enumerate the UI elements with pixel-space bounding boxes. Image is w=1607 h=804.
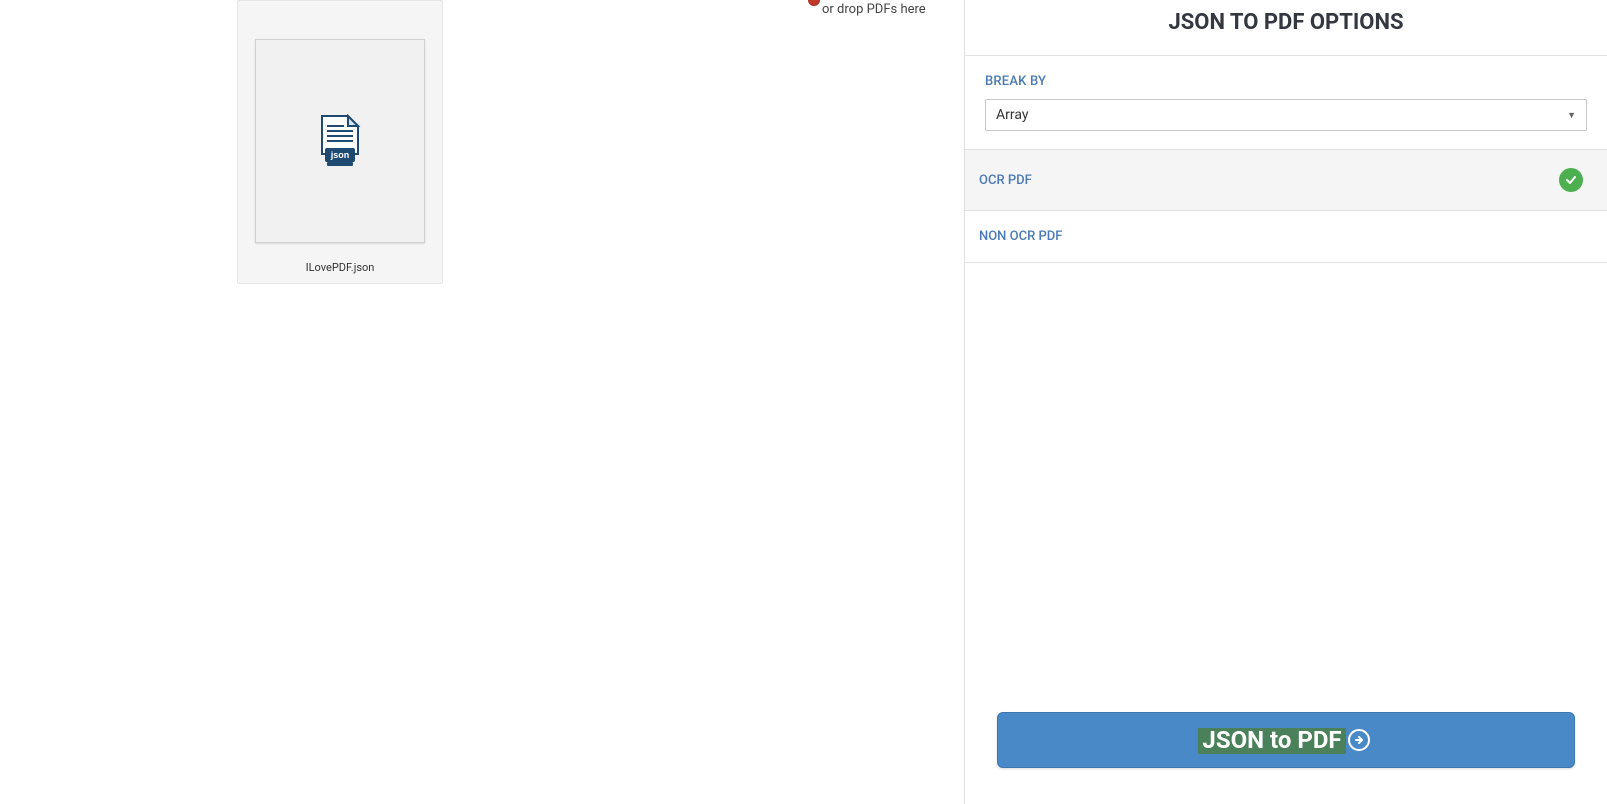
break-by-value: Array xyxy=(996,107,1028,123)
file-name-label: ILovePDF.json xyxy=(306,261,375,274)
chevron-down-icon: ▼ xyxy=(1567,110,1576,121)
option-non-ocr-pdf[interactable]: NON OCR PDF xyxy=(965,211,1607,263)
break-by-section: BREAK BY Array ▼ xyxy=(965,56,1607,150)
break-by-dropdown[interactable]: Array ▼ xyxy=(985,99,1587,131)
option-nonocr-label: NON OCR PDF xyxy=(979,229,1062,244)
arrow-right-icon xyxy=(1348,729,1370,751)
add-file-indicator[interactable] xyxy=(808,0,820,6)
option-ocr-label: OCR PDF xyxy=(979,173,1032,188)
drop-hint-text: or drop PDFs here xyxy=(822,2,926,17)
break-by-label: BREAK BY xyxy=(985,74,1587,89)
options-sidebar: JSON TO PDF OPTIONS BREAK BY Array ▼ OCR… xyxy=(964,0,1607,804)
file-card[interactable]: json ILovePDF.json xyxy=(237,0,443,284)
check-icon xyxy=(1559,168,1583,192)
option-ocr-pdf[interactable]: OCR PDF xyxy=(965,150,1607,211)
file-preview: json xyxy=(255,39,425,243)
sidebar-title: JSON TO PDF OPTIONS xyxy=(965,0,1607,56)
main-drop-area[interactable]: json ILovePDF.json or drop PDFs here xyxy=(0,0,964,804)
convert-button[interactable]: JSON to PDF xyxy=(997,712,1575,768)
convert-button-label: JSON to PDF xyxy=(1202,726,1341,754)
svg-text:json: json xyxy=(330,150,350,160)
json-file-icon: json xyxy=(316,114,364,168)
